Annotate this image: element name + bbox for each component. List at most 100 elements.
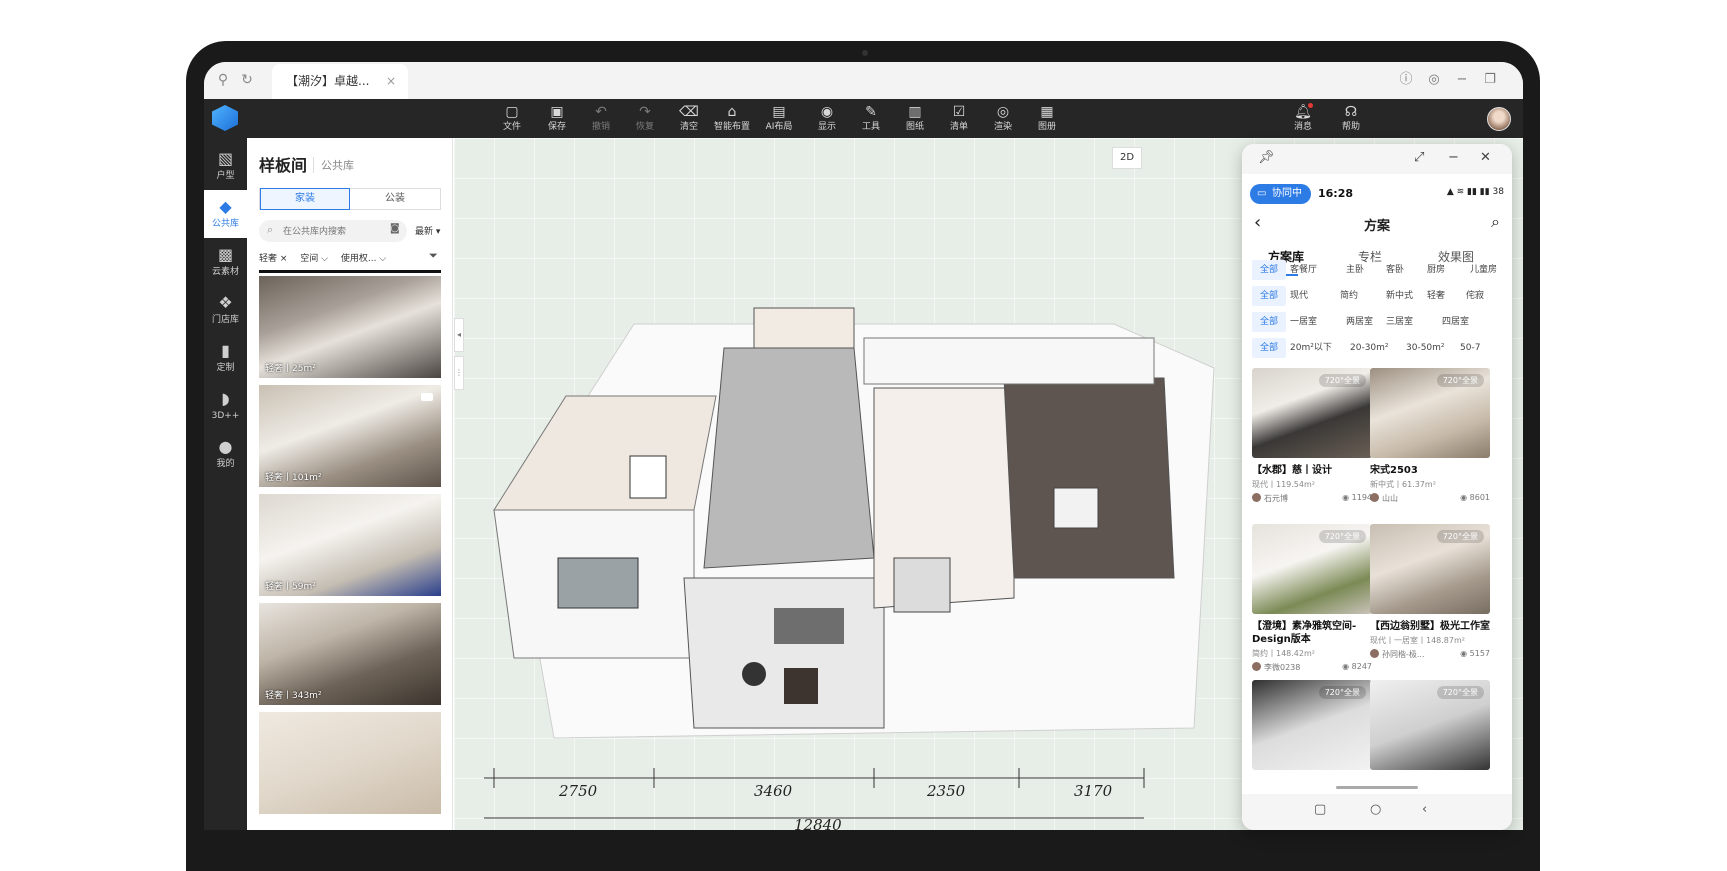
filter-chip[interactable]: 30-50m² — [1406, 338, 1445, 358]
sort-dropdown[interactable]: 最新 ▾ — [415, 224, 440, 237]
sample-card[interactable]: 轻奢丨343m² — [259, 603, 441, 705]
link-icon[interactable]: ⚲ — [214, 71, 232, 89]
filter-chip[interactable]: 现代 — [1290, 286, 1308, 306]
rail-item-cloud-material[interactable]: ▩ 云素材 — [204, 238, 247, 286]
tool-undo[interactable]: ↶ 撤销 — [581, 103, 621, 137]
filter-chip-all[interactable]: 全部 — [1252, 312, 1286, 332]
tool-display[interactable]: ◉ 显示 — [807, 103, 847, 137]
rail-item-library[interactable]: ◆ 公共库 — [204, 190, 247, 238]
store-icon: ❖ — [218, 293, 233, 312]
tool-checklist[interactable]: ☑ 清单 — [939, 103, 979, 137]
tool-album[interactable]: ▦ 图册 — [1027, 103, 1067, 137]
filter-chip[interactable]: 主卧 — [1346, 260, 1364, 280]
camera-icon[interactable]: ◙ — [390, 223, 400, 234]
filter-chip-all[interactable]: 全部 — [1252, 260, 1286, 280]
author-name: 石元博 — [1264, 494, 1288, 503]
filter-chip[interactable]: 客餐厅 — [1290, 260, 1317, 280]
project-meta: 新中式丨61.37m² — [1370, 480, 1436, 489]
sample-card[interactable]: 轻奢丨101m² — [259, 385, 441, 487]
pin-icon[interactable]: 📌︎ — [1258, 150, 1275, 165]
project-name: 【西边翁别墅】极光工作室 — [1370, 621, 1490, 632]
filter-chip[interactable]: 20-30m² — [1350, 338, 1389, 358]
search-input[interactable] — [259, 220, 407, 242]
filter-chip[interactable]: 两居室 — [1346, 312, 1373, 332]
tool-file[interactable]: ▢ 文件 — [492, 103, 532, 137]
tool-ai-layout[interactable]: ▤ AI布局 — [759, 103, 799, 137]
checklist-icon: ☑ — [952, 104, 966, 120]
filter-chip[interactable]: 轻奢 — [1427, 286, 1445, 306]
collab-badge[interactable]: ▭ 协同中 — [1250, 184, 1311, 204]
filter-chip[interactable]: 客卧 — [1386, 260, 1404, 280]
file-icon: ▢ — [505, 104, 519, 120]
help-button[interactable]: ☊ 帮助 — [1331, 103, 1371, 137]
filter-space[interactable]: 空间 ⌵ — [300, 254, 328, 264]
tab-title: 【潮汐】卓越... — [286, 74, 370, 88]
filter-chip[interactable]: 儿童房 — [1470, 260, 1497, 280]
message-button[interactable]: 🔔︎ 消息 — [1283, 103, 1323, 137]
rail-item-custom[interactable]: ▮ 定制 — [204, 334, 247, 382]
sample-card[interactable] — [259, 712, 441, 814]
filter-chip[interactable]: 四居室 — [1442, 312, 1469, 332]
signal-battery: ▲ ≋ ▮▮ ▮▮ 38 — [1446, 187, 1504, 197]
rail-item-store[interactable]: ❖ 门店库 — [204, 286, 247, 334]
browser-tab[interactable]: 【潮汐】卓越... × — [272, 64, 408, 99]
panorama-badge: 720°全景 — [1318, 686, 1366, 699]
refresh-icon[interactable]: ↻ — [238, 71, 256, 89]
library-icon: ◆ — [219, 197, 232, 216]
seg-home[interactable]: 家装 — [260, 188, 350, 210]
restore-icon[interactable]: ❐ — [1481, 71, 1499, 89]
eye-icon: ◉ — [1342, 493, 1352, 502]
tool-render[interactable]: ◎ 渲染 — [983, 103, 1023, 137]
filter-rights[interactable]: 使用权... ⌵ — [341, 254, 386, 264]
project-views: ◉ 1194 — [1342, 493, 1372, 502]
filter-chip[interactable]: 50-7 — [1460, 338, 1480, 358]
sample-card[interactable]: 轻奢丨59m² — [259, 494, 441, 596]
view-count: 1194 — [1351, 493, 1372, 502]
filter-chip[interactable]: 侘寂 — [1466, 286, 1484, 306]
avatar[interactable] — [1487, 107, 1511, 131]
tool-save[interactable]: ▣ 保存 — [537, 103, 577, 137]
tool-clear[interactable]: ⌫ 清空 — [669, 103, 709, 137]
rail-item-user[interactable]: ● 我的 — [204, 430, 247, 478]
minimize-icon[interactable]: − — [1453, 71, 1471, 89]
author-avatar — [1252, 493, 1261, 502]
expand-icon[interactable]: ⤢ — [1414, 150, 1424, 165]
filter-chip[interactable]: 厨房 — [1427, 260, 1445, 280]
filter-style[interactable]: 轻奢 × — [259, 254, 287, 264]
floorplan-icon: ▧ — [217, 149, 234, 168]
tool-wrench[interactable]: ✎ 工具 — [851, 103, 891, 137]
search-icon[interactable]: ⌕ — [1491, 212, 1500, 232]
seg-commercial[interactable]: 公装 — [350, 189, 440, 209]
filter-chip[interactable]: 一居室 — [1290, 312, 1317, 332]
tool-redo[interactable]: ↷ 恢复 — [625, 103, 665, 137]
tool-drawing[interactable]: ▥ 图纸 — [895, 103, 935, 137]
author-avatar — [1370, 649, 1379, 658]
card-caption: 轻奢丨59m² — [265, 582, 316, 592]
project-name: 【水郡】慈丨设计 — [1252, 465, 1332, 476]
filter-chip-all[interactable]: 全部 — [1252, 286, 1286, 306]
filter-chip-all[interactable]: 全部 — [1252, 338, 1286, 358]
tab-close-icon[interactable]: × — [386, 64, 396, 99]
sample-card[interactable]: 轻奢丨25m² — [259, 276, 441, 378]
home-icon[interactable]: ○ — [1370, 802, 1381, 817]
tool-smart-layout[interactable]: ⌂ 智能布置 — [712, 103, 752, 137]
back-nav-icon[interactable]: ‹ — [1422, 802, 1427, 817]
rail-item-label: 公共库 — [211, 219, 239, 229]
close-icon[interactable]: ✕ — [1480, 150, 1491, 165]
camera-dot — [862, 50, 868, 56]
view-count: 8601 — [1469, 493, 1490, 502]
project-name: 【澄境】素净雅筑空间-Design版本 — [1252, 621, 1357, 645]
rail-item-floorplan[interactable]: ▧ 户型 — [204, 142, 247, 190]
project-views: ◉ 8247 — [1342, 662, 1372, 671]
account-icon[interactable]: ◎ — [1425, 71, 1443, 89]
recent-apps-icon[interactable]: ▢ — [1314, 802, 1326, 817]
filter-chip[interactable]: 新中式 — [1386, 286, 1413, 306]
app-logo-icon[interactable] — [212, 105, 238, 131]
filter-chip[interactable]: 20m²以下 — [1290, 338, 1332, 358]
filter-chip[interactable]: 三居室 — [1386, 312, 1413, 332]
funnel-icon[interactable]: ⏷ — [429, 249, 438, 263]
minimize-icon[interactable]: − — [1448, 150, 1459, 165]
info-icon[interactable]: ⓘ — [1397, 71, 1415, 89]
filter-chip[interactable]: 简约 — [1340, 286, 1358, 306]
rail-item-3d[interactable]: ◗ 3D++ — [204, 382, 247, 430]
